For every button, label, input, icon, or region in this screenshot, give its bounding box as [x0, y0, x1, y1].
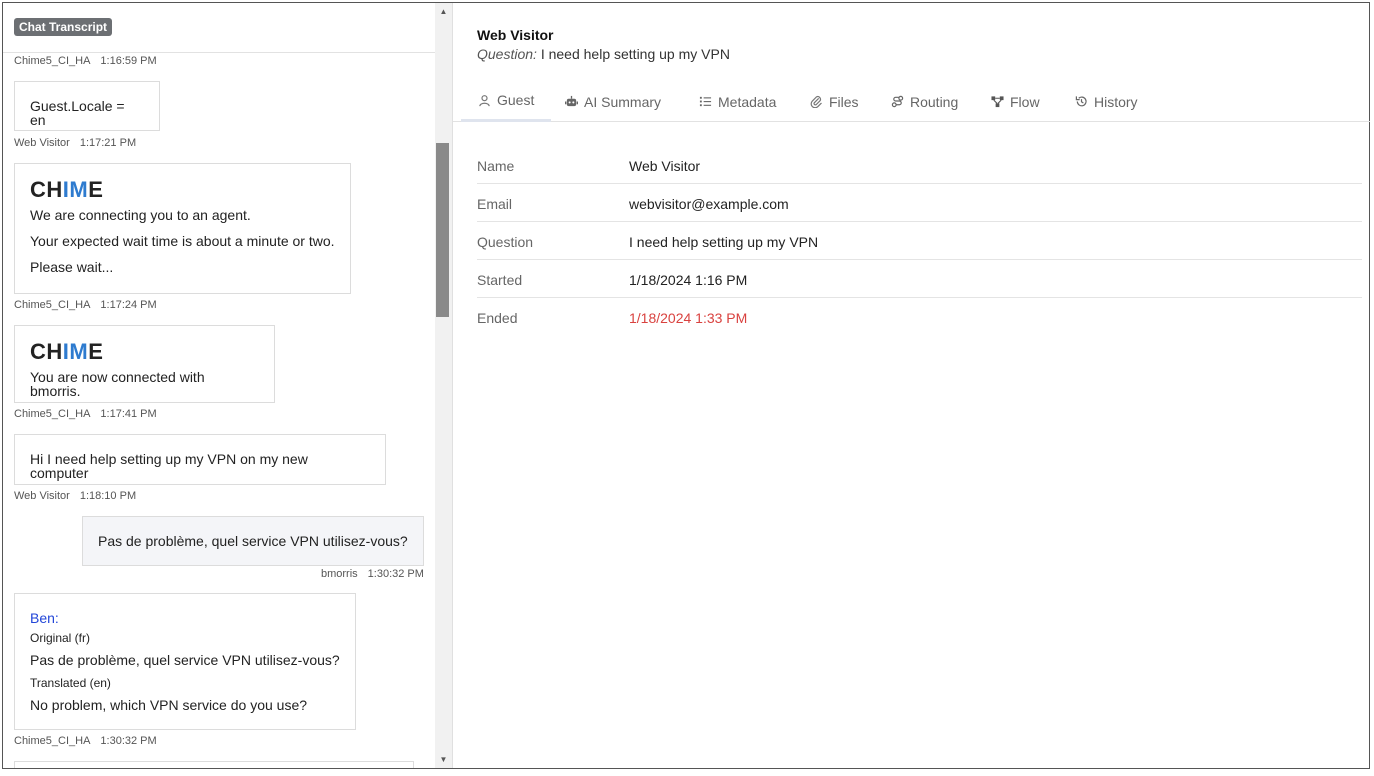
guest-row-email: Email webvisitor@example.com [477, 184, 1362, 222]
message-time: 1:17:24 PM [100, 299, 157, 311]
guest-row-question: Question I need help setting up my VPN [477, 222, 1362, 260]
tab-label: AI Summary [584, 93, 662, 110]
field-value: I need help setting up my VPN [629, 234, 819, 250]
guest-row-started: Started 1/18/2024 1:16 PM [477, 260, 1362, 298]
tab-label: Metadata [718, 93, 777, 110]
chime-logo: CHIME [30, 177, 104, 202]
message-bubble: Guest.Locale = en [14, 81, 160, 131]
agent-name: Ben [30, 610, 55, 626]
guest-row-ended: Ended 1/18/2024 1:33 PM [477, 298, 1362, 336]
list-icon [699, 96, 712, 107]
message-sender: Web Visitor [14, 137, 70, 149]
translated-message-bubble: Ben: Original (fr) Pas de problème, quel… [14, 593, 356, 730]
guest-row-name: Name Web Visitor [477, 146, 1362, 184]
message-sender: Chime5_CI_HA [14, 299, 91, 311]
user-icon [479, 94, 490, 106]
message-bubble [14, 761, 414, 768]
tab-label: History [1094, 93, 1138, 110]
message-line: Your expected wait time is about a minut… [30, 233, 335, 249]
question-text: I need help setting up my VPN [540, 46, 730, 62]
transcript-header: Chat Transcript [3, 3, 435, 53]
scroll-down-arrow-icon[interactable]: ▼ [435, 751, 452, 768]
message-meta: Chime5_CI_HA 1:16:59 PM [14, 55, 157, 67]
chat-transcript-badge: Chat Transcript [14, 18, 113, 36]
message-meta: Chime5_CI_HA 1:17:41 PM [14, 408, 157, 420]
message-sender: Chime5_CI_HA [14, 55, 91, 67]
original-label: Original (fr) [30, 631, 91, 645]
message-line: You are now connected with bmorris. [30, 369, 205, 399]
translated-label: Translated (en) [30, 676, 111, 690]
tab-guest[interactable]: Guest [461, 81, 551, 122]
field-value: 1/18/2024 1:33 PM [629, 310, 748, 326]
message-sender: Chime5_CI_HA [14, 408, 91, 420]
message-sender: Web Visitor [14, 490, 70, 502]
tab-flow[interactable]: Flow [991, 81, 1040, 122]
message-time: 1:30:32 PM [100, 735, 157, 747]
tab-label: Guest [497, 92, 535, 108]
field-label: Started [477, 272, 523, 288]
field-value: Web Visitor [629, 158, 701, 174]
details-panel: Web Visitor Question: I need help settin… [452, 3, 1370, 768]
tab-label: Flow [1010, 93, 1040, 110]
chat-transcript-panel: Chat Transcript Chime5_CI_HA 1:16:59 PM G… [3, 3, 452, 768]
flow-icon [991, 96, 1004, 108]
tab-label: Routing [910, 93, 959, 110]
translated-text: No problem, which VPN service do you use… [30, 697, 308, 713]
message-text: Pas de problème, quel service VPN utilis… [98, 533, 408, 549]
history-icon [1075, 96, 1087, 107]
tab-ai-summary[interactable]: AI Summary [565, 81, 661, 122]
question-label: Question: [477, 46, 537, 62]
field-label: Ended [477, 310, 518, 326]
message-sender: bmorris [321, 568, 358, 580]
message-line: We are connecting you to an agent. [30, 207, 251, 223]
visitor-question: Question: I need help setting up my VPN [477, 46, 730, 62]
app-window: Chat Transcript Chime5_CI_HA 1:16:59 PM G… [2, 2, 1370, 769]
field-value: webvisitor@example.com [629, 196, 789, 212]
routing-icon [891, 95, 904, 108]
visitor-name: Web Visitor [477, 27, 554, 43]
message-time: 1:17:41 PM [100, 408, 157, 420]
tab-routing[interactable]: Routing [891, 81, 958, 122]
message-meta: Web Visitor 1:18:10 PM [14, 490, 136, 502]
field-label: Email [477, 196, 513, 212]
message-meta: Web Visitor 1:17:21 PM [14, 137, 136, 149]
scroll-up-arrow-icon[interactable]: ▲ [435, 3, 452, 20]
message-meta: Chime5_CI_HA 1:30:32 PM [14, 735, 157, 747]
message-time: 1:17:21 PM [79, 137, 137, 149]
field-label: Name [477, 158, 515, 174]
message-bubble: CHIME You are now connected with bmorris… [14, 325, 275, 403]
paperclip-icon [810, 95, 822, 108]
message-time: 1:30:32 PM [367, 568, 424, 580]
message-meta: bmorris 1:30:32 PM [321, 568, 424, 580]
robot-icon [565, 95, 578, 107]
tab-metadata[interactable]: Metadata [699, 81, 776, 122]
message-line: Please wait... [30, 259, 114, 275]
message-time: 1:18:10 PM [79, 490, 137, 502]
details-tabs: Guest AI Summary Metadata Files Routing … [453, 81, 1370, 122]
tab-history[interactable]: History [1075, 81, 1138, 122]
original-text: Pas de problème, quel service VPN utilis… [30, 652, 340, 668]
message-bubble: CHIME We are connecting you to an agent.… [14, 163, 351, 294]
message-meta: Chime5_CI_HA 1:17:24 PM [14, 299, 157, 311]
tab-label: Files [829, 93, 859, 110]
field-value: 1/18/2024 1:16 PM [629, 272, 748, 288]
agent-message-bubble: Pas de problème, quel service VPN utilis… [82, 516, 424, 566]
message-time: 1:16:59 PM [100, 55, 157, 67]
chime-logo: CHIME [30, 339, 104, 364]
message-text: Hi I need help setting up my VPN on my n… [30, 451, 308, 481]
message-sender: Chime5_CI_HA [14, 735, 91, 747]
message-bubble: Hi I need help setting up my VPN on my n… [14, 434, 386, 485]
field-label: Question [477, 234, 534, 250]
tab-files[interactable]: Files [810, 81, 859, 122]
transcript-scrollbar[interactable] [435, 3, 452, 768]
scrollbar-thumb[interactable] [436, 143, 449, 317]
message-text: Guest.Locale = en [30, 98, 125, 128]
